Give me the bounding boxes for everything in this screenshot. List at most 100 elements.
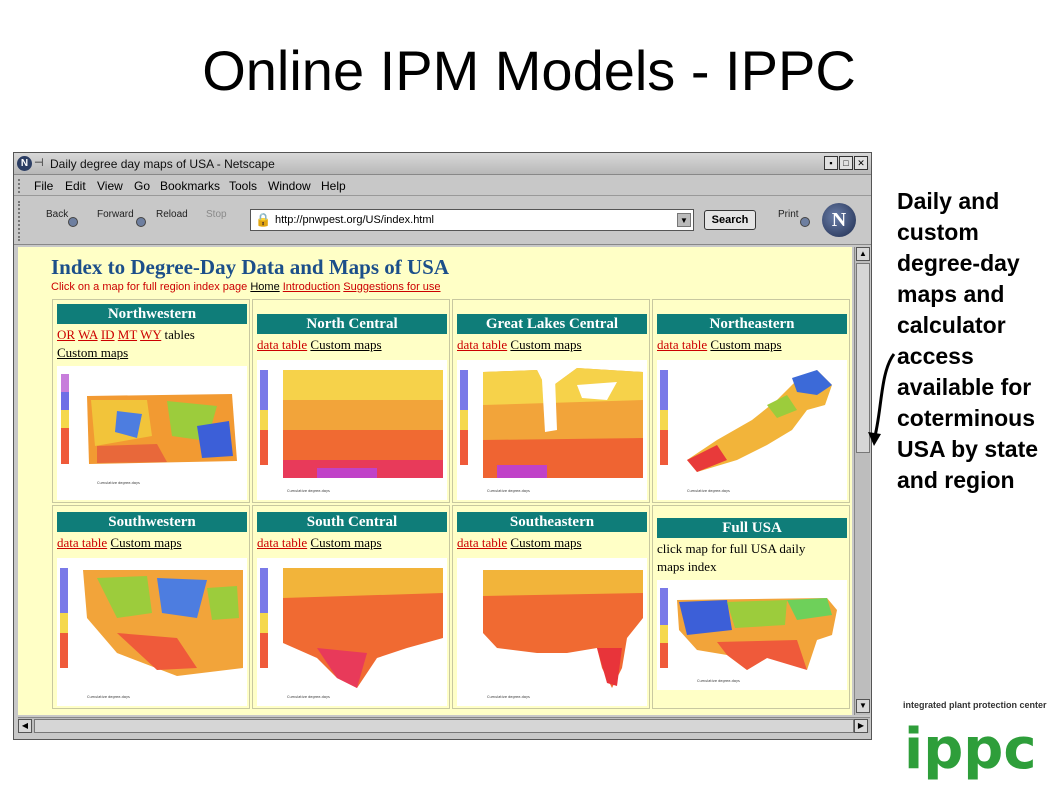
toolbar-grip[interactable] [18, 201, 24, 241]
pointer-arrow-icon [868, 353, 896, 446]
mt-link[interactable]: MT [118, 327, 137, 342]
data-table-link[interactable]: data table [257, 337, 307, 352]
back-dropdown-icon[interactable] [68, 217, 78, 227]
region-title-full-usa: Full USA [657, 518, 847, 538]
pin-icon: ⊣ [34, 157, 44, 169]
region-cell-great-lakes: Great Lakes Central data table Custom ma… [452, 299, 650, 503]
browser-window: N ⊣ Daily degree day maps of USA - Netsc… [13, 152, 872, 740]
reload-button[interactable]: Reload [156, 209, 188, 220]
id-link[interactable]: ID [101, 327, 115, 342]
menubar-grip[interactable] [18, 179, 24, 193]
wy-link[interactable]: WY [140, 327, 161, 342]
minimize-button[interactable]: ▪ [824, 156, 838, 170]
custom-maps-link[interactable]: Custom maps [310, 337, 381, 352]
region-title-southeastern: Southeastern [457, 512, 647, 532]
menu-tools[interactable]: Tools [229, 179, 257, 193]
full-usa-map[interactable]: Cumulative degree-days [657, 580, 847, 690]
subtitle-text: Click on a map for full region index pag… [51, 281, 248, 293]
great-lakes-map[interactable]: Cumulative degree-days [457, 360, 647, 500]
scroll-down-icon[interactable]: ▼ [856, 699, 870, 713]
menu-help[interactable]: Help [321, 179, 346, 193]
menu-edit[interactable]: Edit [65, 179, 86, 193]
region-title-north-central: North Central [257, 314, 447, 334]
region-cell-northwestern: Northwestern OR WA ID MT WY tables Custo… [52, 299, 250, 503]
svg-text:Cumulative degree-days: Cumulative degree-days [487, 489, 530, 493]
forward-button[interactable]: Forward [97, 209, 134, 220]
introduction-link[interactable]: Introduction [283, 281, 340, 293]
scroll-up-icon[interactable]: ▲ [856, 247, 870, 261]
custom-maps-link[interactable]: Custom maps [510, 337, 581, 352]
url-text[interactable]: http://pnwpest.org/US/index.html [275, 214, 434, 226]
southwestern-links: data table Custom maps [57, 535, 182, 551]
print-dropdown-icon[interactable] [800, 217, 810, 227]
region-title-northwestern: Northwestern [57, 304, 247, 324]
or-link[interactable]: OR [57, 327, 75, 342]
south-central-map[interactable]: Cumulative degree-days [257, 558, 447, 706]
northeastern-links: data table Custom maps [657, 337, 782, 353]
data-table-link[interactable]: data table [57, 535, 107, 550]
maximize-button[interactable]: □ [839, 156, 853, 170]
horizontal-scroll-thumb[interactable] [34, 719, 854, 733]
horizontal-scrollbar[interactable]: ◀ ▶ [18, 717, 870, 733]
menu-bar: File Edit View Go Bookmarks Tools Window… [14, 176, 871, 196]
vertical-scrollbar[interactable]: ▲ ▼ [854, 247, 870, 715]
region-title-southwestern: Southwestern [57, 512, 247, 532]
netscape-logo-icon: N [17, 156, 32, 171]
custom-maps-link[interactable]: Custom maps [57, 345, 128, 360]
scroll-right-icon[interactable]: ▶ [854, 719, 868, 733]
print-button[interactable]: Print [778, 209, 799, 220]
svg-text:Cumulative degree-days: Cumulative degree-days [697, 679, 740, 683]
region-cell-north-central: North Central data table Custom maps Cum… [252, 299, 450, 503]
menu-bookmarks[interactable]: Bookmarks [160, 179, 220, 193]
svg-text:Cumulative degree-days: Cumulative degree-days [487, 695, 530, 699]
northwestern-map[interactable]: Cumulative degree-days [57, 366, 247, 500]
northwestern-custom-row: Custom maps [57, 345, 128, 361]
menu-file[interactable]: File [34, 179, 53, 193]
wa-link[interactable]: WA [78, 327, 98, 342]
custom-maps-link[interactable]: Custom maps [310, 535, 381, 550]
padlock-icon: 🔒 [255, 212, 272, 227]
home-link[interactable]: Home [250, 281, 279, 293]
great-lakes-links: data table Custom maps [457, 337, 582, 353]
svg-text:Cumulative degree-days: Cumulative degree-days [287, 695, 330, 699]
svg-text:Cumulative degree-days: Cumulative degree-days [287, 489, 330, 493]
search-button[interactable]: Search [704, 210, 756, 230]
southwestern-map[interactable]: Cumulative degree-days [57, 558, 247, 706]
chevron-down-icon[interactable]: ▼ [677, 213, 691, 227]
menu-go[interactable]: Go [134, 179, 150, 193]
custom-maps-link[interactable]: Custom maps [710, 337, 781, 352]
url-bar[interactable]: 🔒 http://pnwpest.org/US/index.html ▼ [250, 209, 694, 231]
custom-maps-link[interactable]: Custom maps [110, 535, 181, 550]
north-central-map[interactable]: Cumulative degree-days [257, 360, 447, 500]
stop-button[interactable]: Stop [206, 209, 227, 220]
scroll-left-icon[interactable]: ◀ [18, 719, 32, 733]
southeastern-map[interactable]: Cumulative degree-days [457, 558, 647, 706]
northeastern-map[interactable]: Cumulative degree-days [657, 360, 847, 500]
region-title-northeastern: Northeastern [657, 314, 847, 334]
full-usa-note-line1: click map for full USA daily [657, 541, 806, 556]
window-titlebar: N ⊣ Daily degree day maps of USA - Netsc… [14, 153, 871, 175]
close-button[interactable]: ✕ [854, 156, 868, 170]
slide-title: Online IPM Models - IPPC [202, 39, 856, 102]
window-title: Daily degree day maps of USA - Netscape [50, 157, 275, 171]
custom-maps-link[interactable]: Custom maps [510, 535, 581, 550]
region-cell-northeastern: Northeastern data table Custom maps Cumu… [652, 299, 850, 503]
page-content: Index to Degree-Day Data and Maps of USA… [18, 247, 852, 715]
forward-dropdown-icon[interactable] [136, 217, 146, 227]
data-table-link[interactable]: data table [457, 337, 507, 352]
netscape-throbber-icon[interactable]: N [822, 203, 856, 237]
region-cell-southeastern: Southeastern data table Custom maps Cumu… [452, 505, 650, 709]
region-cell-south-central: South Central data table Custom maps Cum… [252, 505, 450, 709]
north-central-links: data table Custom maps [257, 337, 382, 353]
northwestern-links: OR WA ID MT WY tables [57, 327, 195, 343]
menu-view[interactable]: View [97, 179, 123, 193]
southeastern-links: data table Custom maps [457, 535, 582, 551]
data-table-link[interactable]: data table [257, 535, 307, 550]
menu-window[interactable]: Window [268, 179, 311, 193]
suggestions-link[interactable]: Suggestions for use [343, 281, 440, 293]
data-table-link[interactable]: data table [657, 337, 707, 352]
back-button[interactable]: Back [46, 209, 68, 220]
navigation-toolbar: Back Forward Reload Stop 🔒 http://pnwpes… [14, 197, 871, 245]
data-table-link[interactable]: data table [457, 535, 507, 550]
full-usa-note-line2: maps index [657, 559, 717, 574]
